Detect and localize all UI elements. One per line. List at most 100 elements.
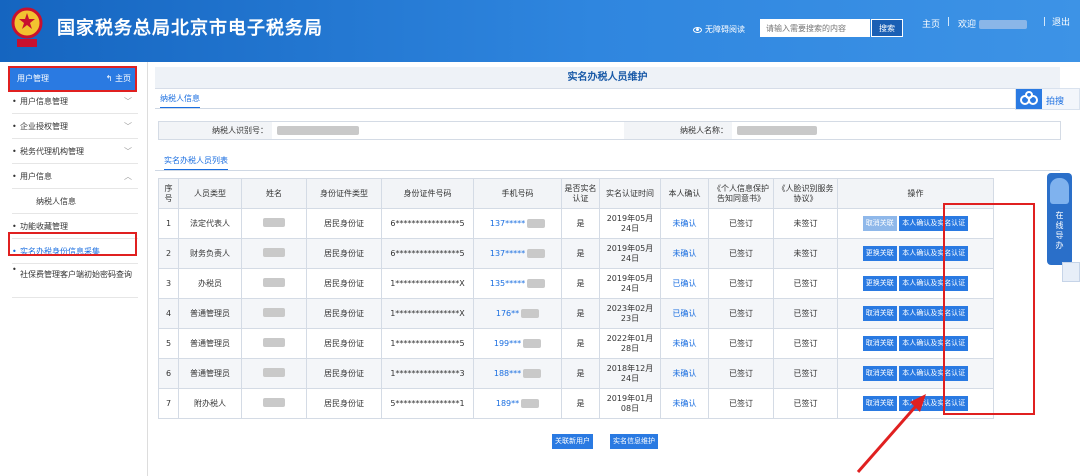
realname-verified: 是 [576, 218, 585, 228]
home-link[interactable]: 主页 [922, 17, 940, 30]
phone-number[interactable]: 135***** [490, 279, 525, 288]
self-confirm-status[interactable]: 已确认 [673, 309, 697, 318]
phone-number[interactable]: 137***** [490, 249, 525, 258]
verify-time: 2019年05月24日 [606, 213, 654, 233]
self-confirm-status[interactable]: 未确认 [673, 339, 697, 348]
privacy-agreement-status: 已签订 [729, 218, 753, 228]
highlight-box-sidebar-item [8, 232, 137, 256]
table-cell: 是 [561, 238, 600, 269]
search-button[interactable]: 搜索 [871, 19, 903, 37]
table-cell: 居民身份证 [306, 388, 382, 419]
table-cell [241, 208, 307, 239]
face-agreement-status: 未签订 [793, 248, 818, 258]
personnel-table: 序号 人员类型 姓名 身份证件类型 身份证件号码 手机号码 是否实名认证 实名认… [158, 178, 994, 419]
table-cell: 已签订 [708, 388, 774, 419]
accessibility-link[interactable]: 无障碍阅读 [693, 24, 745, 35]
id-type: 居民身份证 [324, 218, 364, 228]
table-header-row: 序号 人员类型 姓名 身份证件类型 身份证件号码 手机号码 是否实名认证 实名认… [158, 178, 994, 209]
sidebar-item-agency-mgmt[interactable]: 税务代理机构管理 ﹀ [12, 139, 138, 164]
tab-realname-list[interactable]: 实名办税人员列表 [164, 155, 228, 171]
table-cell: 2019年05月24日 [599, 238, 661, 269]
id-type: 居民身份证 [324, 278, 364, 288]
tab-taxpayer-info[interactable]: 纳税人信息 [160, 93, 200, 109]
table-cell [241, 238, 307, 269]
national-emblem-icon [11, 7, 43, 47]
face-agreement-status: 已签订 [793, 308, 818, 318]
table-cell: 6 [158, 358, 179, 389]
top-header: 国家税务总局北京市电子税务局 无障碍阅读 搜索 主页 | 欢迎 | 退出 [0, 0, 1080, 62]
logout-link[interactable]: 退出 [1052, 17, 1072, 30]
online-guide-button[interactable]: 在线导办 [1047, 173, 1072, 265]
blurred-name [263, 217, 285, 227]
sidebar-item-user-info-mgmt[interactable]: 用户信息管理 ﹀ [12, 89, 138, 114]
sidebar-item-user-info[interactable]: 用户信息 ︿ [12, 164, 138, 189]
assistant-avatar-icon [1050, 178, 1069, 204]
user-service-icon[interactable] [1062, 262, 1080, 282]
verify-time: 2022年01月28日 [606, 333, 654, 353]
taxpayer-id-label: 纳税人识别号： [159, 122, 272, 139]
table-cell [241, 328, 307, 359]
association-button[interactable]: 取消关联 [862, 216, 897, 231]
associate-new-user-button[interactable]: 关联新用户 [552, 434, 593, 449]
self-confirm-status[interactable]: 未确认 [673, 369, 697, 378]
taxpayer-info-row: 纳税人识别号： 纳税人名称： [158, 121, 1061, 140]
user-name-blurred [978, 20, 1027, 29]
sidebar: 用户管理 ↰ 主页 用户信息管理﹀ 企业授权管理﹀ 税务代理机构管理﹀ 用户信息… [0, 62, 148, 476]
column-header: 序号 [158, 178, 179, 209]
sidebar-item-enterprise-auth[interactable]: 企业授权管理 ﹀ [12, 114, 138, 139]
association-button[interactable]: 更换关联 [862, 246, 897, 261]
table-cell: 未确认 [660, 238, 709, 269]
phone-number[interactable]: 199*** [494, 339, 521, 348]
association-button[interactable]: 取消关联 [862, 366, 897, 381]
table-cell: 未确认 [660, 208, 709, 239]
table-cell: 是 [561, 358, 600, 389]
blurred-name [263, 397, 285, 407]
id-type: 居民身份证 [324, 398, 364, 408]
table-cell: 137***** [473, 208, 562, 239]
column-header: 实名认证时间 [599, 178, 661, 209]
table-cell: 已确认 [660, 268, 709, 299]
sidebar-item-taxpayer-info[interactable]: 纳税人信息 [12, 189, 138, 214]
realname-maintain-button[interactable]: 实名信息维护 [610, 434, 658, 449]
site-title: 国家税务总局北京市电子税务局 [57, 18, 323, 39]
privacy-agreement-status: 已签订 [729, 248, 753, 258]
sidebar-item-social-security-password[interactable]: 社保费管理客户端初始密码查询 [12, 264, 138, 298]
table-cell: 未签订 [773, 238, 838, 269]
search-input[interactable] [760, 19, 870, 37]
phone-number[interactable]: 188*** [494, 369, 521, 378]
table-cell: 已签订 [773, 268, 838, 299]
table-cell: 居民身份证 [306, 268, 382, 299]
blurred-phone [527, 278, 546, 288]
table-cell: 3 [158, 268, 179, 299]
table-cell: 199*** [473, 328, 562, 359]
blurred-value [277, 126, 359, 135]
divider [155, 170, 1060, 171]
column-header: 是否实名认证 [561, 178, 600, 209]
column-header: 本人确认 [660, 178, 709, 209]
association-button[interactable]: 更换关联 [862, 276, 897, 291]
association-button[interactable]: 取消关联 [862, 306, 897, 321]
table-cell: 居民身份证 [306, 298, 382, 329]
phone-number[interactable]: 137***** [490, 219, 525, 228]
column-header: 人员类型 [178, 178, 242, 209]
association-button[interactable]: 取消关联 [862, 336, 897, 351]
table-cell: 188*** [473, 358, 562, 389]
self-confirm-status[interactable]: 已确认 [673, 279, 697, 288]
table-cell: 已签订 [773, 358, 838, 389]
table-cell: 已签订 [773, 298, 838, 329]
self-confirm-status[interactable]: 未确认 [673, 219, 697, 228]
self-confirm-status[interactable]: 未确认 [673, 249, 697, 258]
self-confirm-status[interactable]: 未确认 [673, 399, 697, 408]
phone-number[interactable]: 176** [496, 309, 519, 318]
table-cell: 是 [561, 298, 600, 329]
id-number: 1****************3 [390, 368, 465, 378]
verify-time: 2018年12月24日 [606, 363, 654, 383]
id-type: 居民身份证 [324, 308, 364, 318]
table-cell [241, 388, 307, 419]
share-floater[interactable]: 拍搜 [1015, 88, 1080, 110]
table-cell: 2022年01月28日 [599, 328, 661, 359]
realname-verified: 是 [576, 248, 585, 258]
phone-number[interactable]: 189** [496, 399, 519, 408]
table-body: 1 法定代表人 居民身份证 6****************5 137***** 是 20… [158, 208, 994, 419]
sidebar-item-label: 社保费管理客户端初始密码查询 [20, 270, 132, 279]
